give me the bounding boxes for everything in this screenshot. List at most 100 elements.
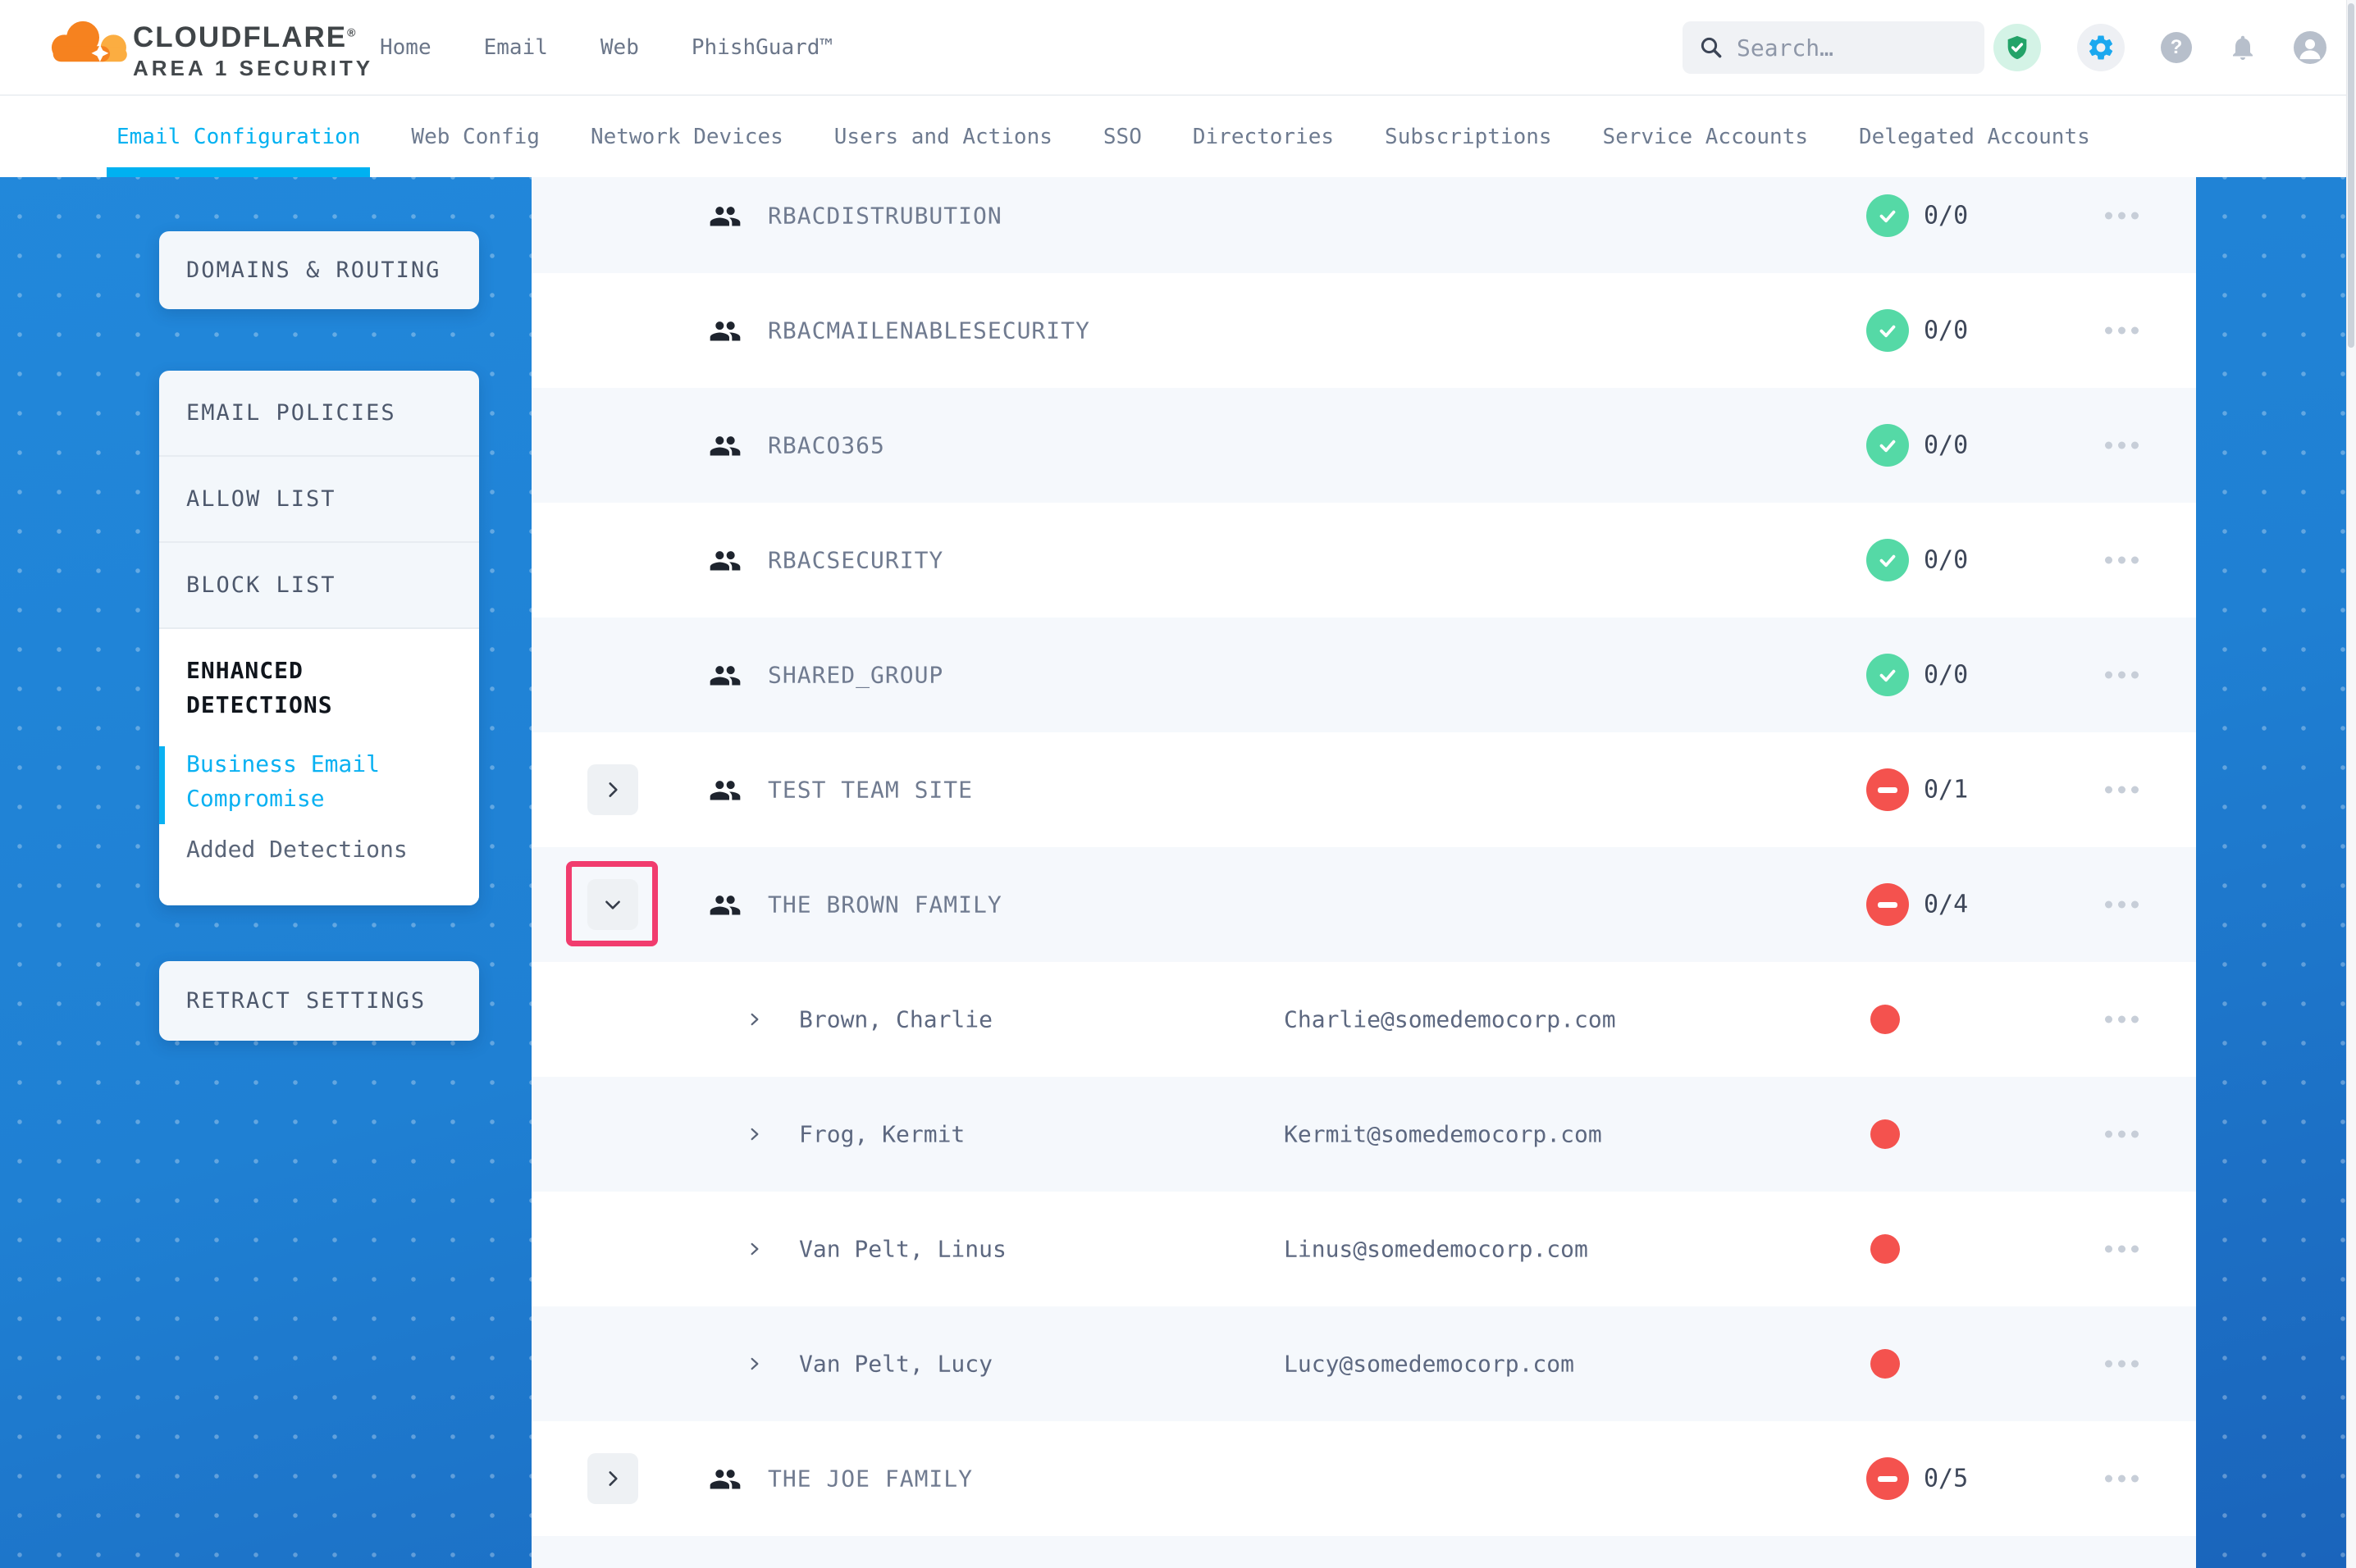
nav-item-home[interactable]: Home <box>380 35 431 60</box>
status-dot <box>1870 1119 1900 1149</box>
status-dot <box>1870 1349 1900 1379</box>
member-email: Charlie@somedemocorp.com <box>1284 1006 1616 1033</box>
row-menu-icon[interactable] <box>2105 442 2139 449</box>
group-icon <box>709 317 742 344</box>
notifications-bell-icon[interactable] <box>2228 33 2258 62</box>
group-name: RBACMAILENABLESECURITY <box>768 317 1090 344</box>
member-count: 0/0 <box>1924 202 1968 230</box>
tab-web-config[interactable]: Web Config <box>411 96 540 177</box>
scrollbar-thumb[interactable] <box>2348 3 2354 348</box>
group-name: RBACSECURITY <box>768 547 943 574</box>
row-menu-icon[interactable] <box>2105 1246 2139 1253</box>
help-icon[interactable] <box>2161 32 2192 63</box>
groups-table: RBACDISTRUBUTION 0/0 RBACMAILENABLESECUR… <box>532 177 2196 1568</box>
status-check-badge <box>1866 654 1909 696</box>
enhanced-detections-title: ENHANCED DETECTIONS <box>186 654 391 722</box>
sidebar-item-block-list[interactable]: BLOCK LIST <box>159 543 479 629</box>
table-row: THE JOE FAMILY 0/5 <box>532 1421 2196 1536</box>
tab-directories[interactable]: Directories <box>1193 96 1334 177</box>
row-menu-icon[interactable] <box>2105 1131 2139 1138</box>
cloudflare-logo: CLOUDFLARE® AREA 1 SECURITY <box>46 13 325 82</box>
search-input[interactable] <box>1737 34 1950 62</box>
member-count: 0/0 <box>1924 317 1968 345</box>
row-menu-icon[interactable] <box>2105 212 2139 220</box>
nav-item-web[interactable]: Web <box>600 35 639 60</box>
chevron-right-icon[interactable] <box>747 1011 763 1028</box>
status-check-badge <box>1866 194 1909 237</box>
brand-name: CLOUDFLARE® <box>133 21 357 54</box>
tab-delegated-accounts[interactable]: Delegated Accounts <box>1859 96 2090 177</box>
nav-item-email[interactable]: Email <box>484 35 548 60</box>
member-email: Linus@somedemocorp.com <box>1284 1236 1588 1263</box>
settings-gear-icon[interactable] <box>2077 24 2125 71</box>
group-name: THE JOE FAMILY <box>768 1465 973 1493</box>
tab-network-devices[interactable]: Network Devices <box>591 96 783 177</box>
group-icon <box>709 777 742 803</box>
sidebar-item-domains-routing[interactable]: DOMAINS & ROUTING <box>159 231 479 309</box>
member-email: Lucy@somedemocorp.com <box>1284 1351 1574 1378</box>
status-dot <box>1870 1005 1900 1034</box>
user-account-icon[interactable] <box>2294 31 2326 64</box>
table-row: THE BROWN FAMILY 0/4 <box>532 847 2196 962</box>
tab-subscriptions[interactable]: Subscriptions <box>1385 96 1552 177</box>
row-menu-icon[interactable] <box>2105 557 2139 564</box>
row-menu-icon[interactable] <box>2105 786 2139 794</box>
brand-subtitle: AREA 1 SECURITY <box>133 56 373 81</box>
chevron-right-icon[interactable] <box>747 1356 763 1372</box>
group-name: TEST TEAM SITE <box>768 777 973 804</box>
tab-sso[interactable]: SSO <box>1103 96 1142 177</box>
row-menu-icon[interactable] <box>2105 327 2139 335</box>
tab-users-and-actions[interactable]: Users and Actions <box>834 96 1052 177</box>
sidebar-item-business-email-compromise[interactable]: Business Email Compromise <box>186 747 391 816</box>
table-row-member: Frog, Kermit Kermit@somedemocorp.com <box>532 1077 2196 1192</box>
chevron-right-icon[interactable] <box>747 1241 763 1257</box>
collapse-button[interactable] <box>587 879 638 930</box>
expand-button[interactable] <box>587 1453 638 1504</box>
group-name: RBACO365 <box>768 432 885 459</box>
domains-routing-label: DOMAINS & ROUTING <box>186 258 441 283</box>
scrollbar[interactable] <box>2346 0 2356 1568</box>
member-name: Brown, Charlie <box>799 1006 993 1033</box>
chevron-right-icon[interactable] <box>747 1126 763 1142</box>
row-menu-icon[interactable] <box>2105 1016 2139 1023</box>
status-minus-badge <box>1866 883 1909 926</box>
member-count: 0/0 <box>1924 546 1968 575</box>
shield-check-icon[interactable] <box>1993 24 2041 71</box>
group-icon <box>709 432 742 458</box>
search-icon <box>1699 35 1724 60</box>
sidebar-item-email-policies[interactable]: EMAIL POLICIES <box>159 371 479 457</box>
member-count: 0/1 <box>1924 776 1968 805</box>
tab-service-accounts[interactable]: Service Accounts <box>1603 96 1808 177</box>
table-row: RBACMAILENABLESECURITY 0/0 <box>532 273 2196 388</box>
enhanced-detections-section: ENHANCED DETECTIONS Business Email Compr… <box>159 629 479 905</box>
status-minus-badge <box>1866 768 1909 811</box>
table-row: SHARED_GROUP 0/0 <box>532 618 2196 732</box>
member-name: Van Pelt, Lucy <box>799 1351 993 1378</box>
registered-mark: ® <box>347 25 357 39</box>
table-row-member: Van Pelt, Linus Linus@somedemocorp.com <box>532 1192 2196 1306</box>
nav-item-phishguard[interactable]: PhishGuard™ <box>692 35 833 60</box>
sidebar-item-added-detections[interactable]: Added Detections <box>186 836 452 863</box>
table-row-member: Brown, Charlie Charlie@somedemocorp.com <box>532 962 2196 1077</box>
sidebar-item-allow-list[interactable]: ALLOW LIST <box>159 457 479 543</box>
status-check-badge <box>1866 309 1909 352</box>
search-box[interactable] <box>1683 21 1984 74</box>
table-row-member: Van Pelt, Lucy Lucy@somedemocorp.com <box>532 1306 2196 1421</box>
row-menu-icon[interactable] <box>2105 901 2139 909</box>
group-icon <box>709 1465 742 1492</box>
group-icon <box>709 203 742 229</box>
row-menu-icon[interactable] <box>2105 672 2139 679</box>
member-name: Frog, Kermit <box>799 1121 965 1148</box>
status-dot <box>1870 1234 1900 1264</box>
member-count: 0/4 <box>1924 891 1968 919</box>
table-row: RBACO365 0/0 <box>532 388 2196 503</box>
tab-email-configuration[interactable]: Email Configuration <box>116 96 360 177</box>
expand-button[interactable] <box>587 764 638 815</box>
app-header: CLOUDFLARE® AREA 1 SECURITY Home Email W… <box>0 0 2356 94</box>
member-count: 0/0 <box>1924 661 1968 690</box>
table-row <box>532 1536 2196 1568</box>
row-menu-icon[interactable] <box>2105 1361 2139 1368</box>
sidebar-item-retract-settings[interactable]: RETRACT SETTINGS <box>159 961 479 1041</box>
row-menu-icon[interactable] <box>2105 1475 2139 1483</box>
member-count: 0/0 <box>1924 431 1968 460</box>
